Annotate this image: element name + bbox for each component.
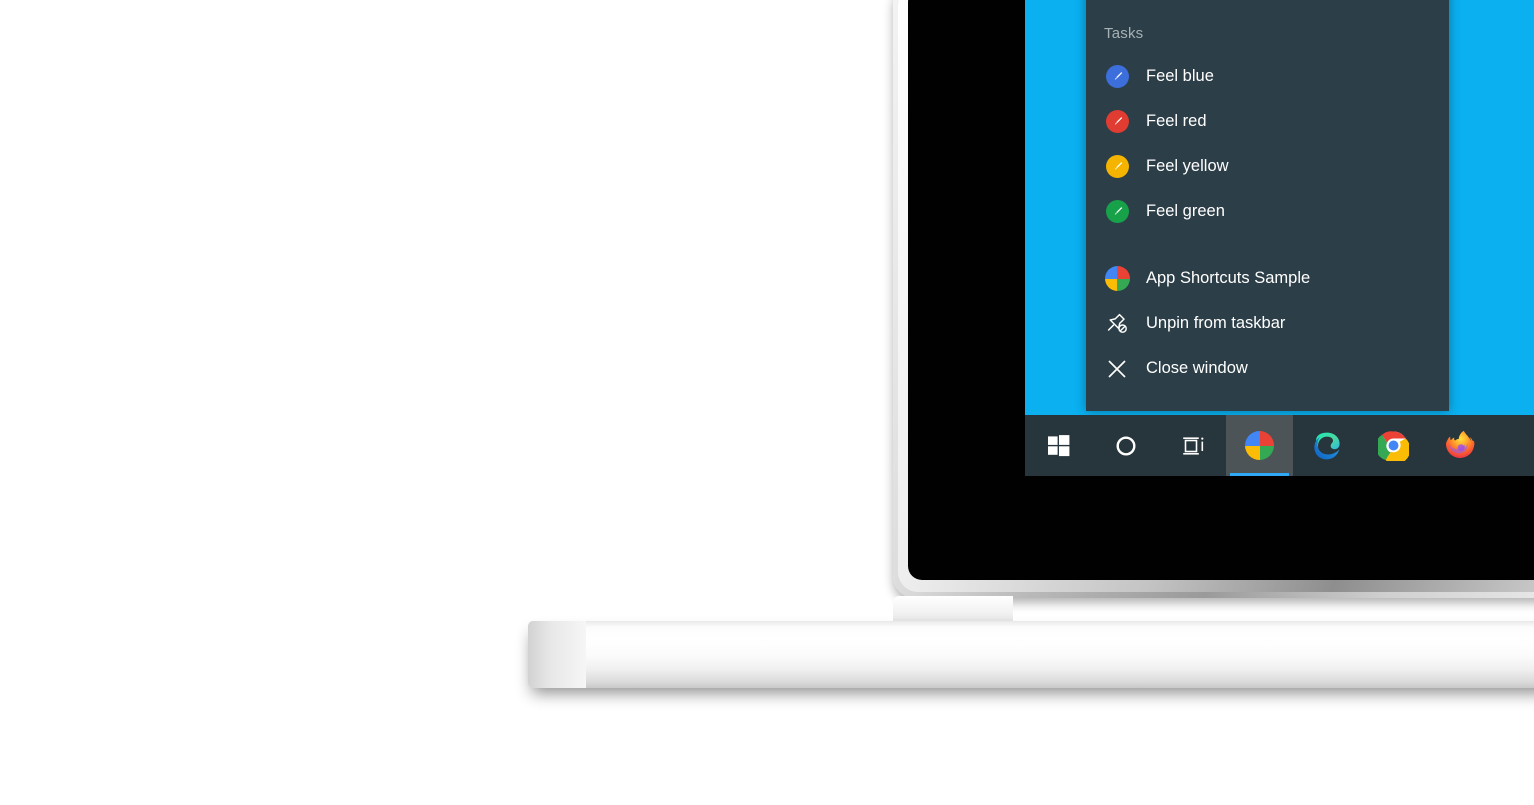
laptop-base-left-edge — [528, 621, 586, 688]
brush-glyph — [1114, 162, 1122, 170]
yellow-brush-icon — [1102, 152, 1132, 182]
active-app-underline — [1230, 473, 1289, 476]
google-chrome-icon — [1378, 431, 1409, 461]
laptop-illustration: Tasks Feel blue Feel red Feel yellow Fee… — [0, 0, 1534, 805]
unpin-icon — [1102, 309, 1132, 339]
mozilla-firefox-icon — [1445, 430, 1475, 458]
windows-logo-icon — [1048, 435, 1070, 457]
taskbar[interactable] — [1025, 415, 1534, 476]
edge-button[interactable] — [1293, 415, 1360, 476]
jump-list-actions-group: App Shortcuts Sample Unpin from taskbar … — [1086, 256, 1449, 391]
jump-list-item-close-window[interactable]: Close window — [1086, 346, 1449, 391]
cortana-button[interactable] — [1092, 415, 1159, 476]
task-view-icon — [1182, 436, 1203, 455]
laptop-base — [528, 621, 1534, 688]
laptop-screen: Tasks Feel blue Feel red Feel yellow Fee… — [908, 0, 1534, 580]
jump-list-item-label: Feel yellow — [1146, 157, 1229, 175]
close-icon — [1102, 354, 1132, 384]
jump-list-item-label: Feel blue — [1146, 67, 1214, 85]
jump-list-item-feel-yellow[interactable]: Feel yellow — [1086, 144, 1449, 189]
jump-list-item-feel-red[interactable]: Feel red — [1086, 99, 1449, 144]
jump-list-menu[interactable]: Tasks Feel blue Feel red Feel yellow Fee… — [1086, 0, 1449, 411]
chrome-button[interactable] — [1360, 415, 1427, 476]
jump-list-item-feel-blue[interactable]: Feel blue — [1086, 54, 1449, 99]
green-brush-icon — [1102, 197, 1132, 227]
jump-list-separator — [1086, 234, 1449, 256]
task-view-button[interactable] — [1159, 415, 1226, 476]
jump-list-item-app-shortcuts-sample[interactable]: App Shortcuts Sample — [1086, 256, 1449, 301]
jump-list-item-label: App Shortcuts Sample — [1146, 269, 1311, 287]
app-shortcuts-sample-icon — [1245, 431, 1274, 460]
start-button[interactable] — [1025, 415, 1092, 476]
brush-glyph — [1114, 117, 1122, 125]
jump-list-item-label: Close window — [1146, 359, 1248, 377]
unpin-glyph — [1107, 313, 1127, 333]
jump-list-item-feel-green[interactable]: Feel green — [1086, 189, 1449, 234]
microsoft-edge-icon — [1313, 432, 1340, 459]
brush-glyph — [1114, 72, 1122, 80]
red-brush-icon — [1102, 107, 1132, 137]
app-shortcuts-sample-icon — [1102, 264, 1132, 294]
jump-list-item-label: Feel red — [1146, 112, 1207, 130]
jump-list-tasks-group: Feel blue Feel red Feel yellow Feel gree… — [1086, 54, 1449, 234]
close-glyph — [1108, 359, 1126, 378]
jump-list-item-label: Unpin from taskbar — [1146, 314, 1286, 332]
cortana-circle-icon — [1115, 435, 1136, 456]
jump-list-header: Tasks — [1104, 25, 1144, 42]
windows-desktop: Tasks Feel blue Feel red Feel yellow Fee… — [1025, 0, 1534, 476]
jump-list-item-unpin-from-taskbar[interactable]: Unpin from taskbar — [1086, 301, 1449, 346]
app-shortcuts-sample-button[interactable] — [1226, 415, 1293, 476]
jump-list-item-label: Feel green — [1146, 202, 1225, 220]
brush-glyph — [1114, 207, 1122, 215]
firefox-button[interactable] — [1427, 415, 1494, 476]
blue-brush-icon — [1102, 62, 1132, 92]
